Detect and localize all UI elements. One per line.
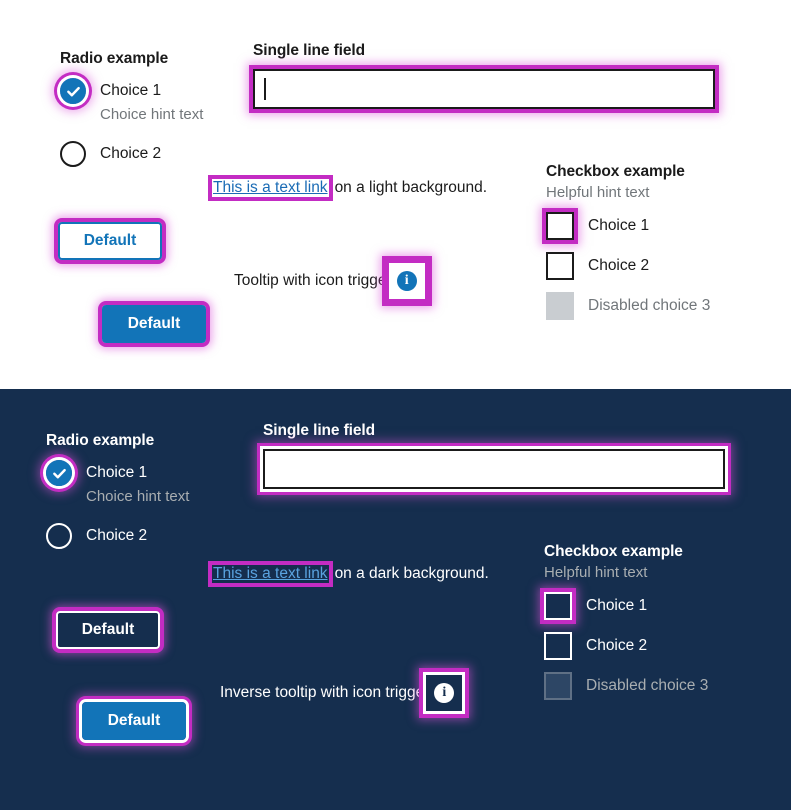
tooltip-trigger-button[interactable]: i (385, 260, 428, 302)
text-link-line-dark: This is a text link on a dark background… (212, 565, 489, 583)
default-solid-button-focus-ring: Default (102, 305, 206, 343)
text-link[interactable]: This is a text link (212, 179, 329, 197)
radio-focus-ring-dark (46, 460, 72, 486)
checkbox-option-choice-1[interactable]: Choice 1 (546, 212, 710, 240)
default-outline-button-focus-ring: Default (58, 222, 162, 260)
radio-input-choice-2[interactable] (60, 141, 86, 167)
text-link-trailing-text-dark: on a dark background. (334, 565, 489, 582)
radio-label-choice-1-dark: Choice 1 (86, 464, 148, 481)
info-icon: i (396, 271, 417, 291)
default-solid-button-focus-ring-dark: Default (82, 702, 186, 740)
checkbox-group-light: Checkbox example Helpful hint text Choic… (546, 163, 710, 320)
checkbox-label-choice-1-dark: Choice 1 (586, 597, 648, 614)
radio-hint-choice-1: Choice hint text (100, 106, 204, 123)
default-outline-button-dark[interactable]: Default (56, 611, 160, 649)
radio-group-legend-dark: Radio example (46, 432, 155, 449)
text-link-dark[interactable]: This is a text link (212, 565, 329, 583)
default-solid-button[interactable]: Default (102, 305, 206, 343)
radio-input-choice-1-dark[interactable] (46, 460, 72, 486)
checkbox-group-hint: Helpful hint text (546, 184, 650, 201)
tooltip-label-dark: Inverse tooltip with icon trigger (220, 684, 430, 701)
default-outline-button[interactable]: Default (58, 222, 162, 260)
single-line-field-input[interactable] (253, 69, 715, 109)
checkbox-group-hint-dark: Helpful hint text (544, 564, 648, 581)
checkbox-label-choice-2: Choice 2 (588, 257, 650, 274)
checkbox-option-choice-2[interactable]: Choice 2 (546, 252, 710, 280)
default-outline-button-focus-ring-dark: Default (56, 611, 160, 649)
single-line-field-wrapper-dark: Single line field (263, 422, 725, 489)
radio-focus-ring (60, 78, 86, 104)
checkbox-option-disabled-choice-3-dark: Disabled choice 3 (544, 672, 708, 700)
tooltip-label: Tooltip with icon trigger (234, 272, 392, 289)
radio-group-light: Radio example Choice 1 Choice hint text … (60, 50, 203, 167)
radio-label-choice-2-dark: Choice 2 (86, 527, 148, 544)
radio-hint-choice-1-dark: Choice hint text (86, 488, 190, 505)
text-caret (264, 78, 266, 100)
dark-theme-section: Radio example Choice 1 Choice hint text … (0, 389, 791, 810)
radio-group-dark: Radio example Choice 1 Choice hint text … (46, 432, 189, 549)
checkbox-option-choice-1-dark[interactable]: Choice 1 (544, 592, 708, 620)
radio-input-choice-1[interactable] (60, 78, 86, 104)
light-theme-section: Radio example Choice 1 Choice hint text … (0, 0, 791, 389)
checkbox-option-disabled-choice-3: Disabled choice 3 (546, 292, 710, 320)
checkbox-group-dark: Checkbox example Helpful hint text Choic… (544, 543, 708, 700)
single-line-field-focus-ring-dark (263, 449, 725, 489)
radio-option-choice-1[interactable]: Choice 1 (60, 78, 203, 104)
check-icon (48, 462, 70, 484)
checkbox-label-disabled-choice-3: Disabled choice 3 (588, 297, 711, 314)
single-line-field-label-dark: Single line field (263, 422, 375, 439)
single-line-field-focus-ring (253, 69, 715, 109)
checkbox-option-choice-2-dark[interactable]: Choice 2 (544, 632, 708, 660)
info-icon: i (434, 683, 455, 703)
checkbox-input-disabled-choice-3-dark (544, 672, 572, 700)
text-link-trailing-text: on a light background. (334, 179, 488, 196)
checkbox-label-choice-1: Choice 1 (588, 217, 650, 234)
checkbox-input-choice-2-dark[interactable] (544, 632, 572, 660)
radio-option-choice-2-dark[interactable]: Choice 2 (46, 523, 189, 549)
radio-option-choice-2[interactable]: Choice 2 (60, 141, 203, 167)
radio-option-choice-1-dark[interactable]: Choice 1 (46, 460, 189, 486)
checkbox-input-disabled-choice-3 (546, 292, 574, 320)
checkbox-input-choice-1[interactable] (546, 212, 574, 240)
tooltip-trigger-button-dark[interactable]: i (423, 672, 466, 714)
single-line-field-group-light: Single line field (253, 42, 715, 109)
checkbox-group-legend-dark: Checkbox example (544, 543, 683, 560)
radio-label-choice-1: Choice 1 (100, 82, 162, 99)
checkbox-label-choice-2-dark: Choice 2 (586, 637, 648, 654)
checkbox-group-legend: Checkbox example (546, 163, 685, 180)
tooltip-row-light: Tooltip with icon trigger i (234, 260, 428, 302)
radio-input-choice-2-dark[interactable] (46, 523, 72, 549)
radio-label-choice-2: Choice 2 (100, 145, 162, 162)
single-line-field-label: Single line field (253, 42, 365, 59)
default-solid-button-dark[interactable]: Default (82, 702, 186, 740)
checkbox-input-choice-1-dark[interactable] (544, 592, 572, 620)
single-line-field-input-dark[interactable] (263, 449, 725, 489)
radio-group-legend: Radio example (60, 50, 169, 67)
text-link-line-light: This is a text link on a light backgroun… (212, 179, 487, 197)
checkbox-input-choice-2[interactable] (546, 252, 574, 280)
checkbox-label-disabled-choice-3-dark: Disabled choice 3 (586, 677, 709, 694)
check-icon (62, 80, 84, 102)
tooltip-row-dark: Inverse tooltip with icon trigger i (220, 672, 466, 714)
